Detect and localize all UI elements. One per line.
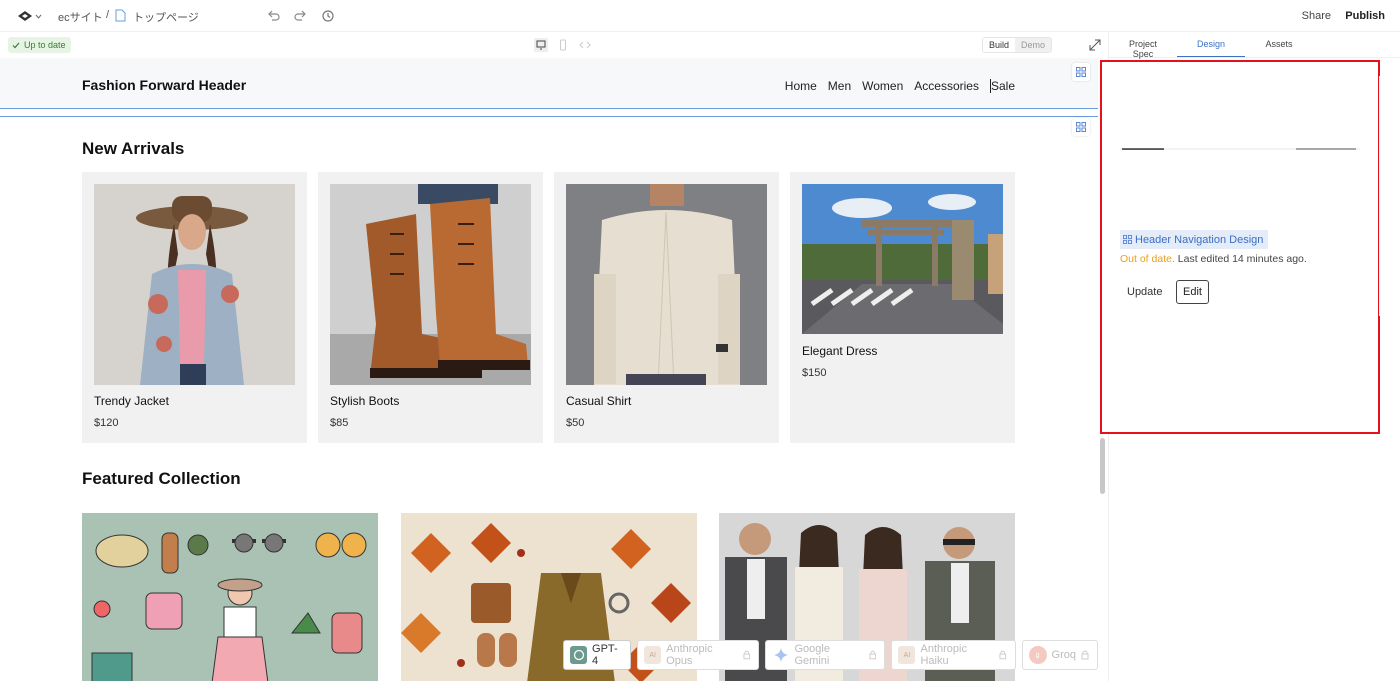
component-menu-button[interactable] <box>1072 118 1090 136</box>
site-nav: Home Men Women Accessories Sale <box>785 79 1015 93</box>
lock-icon <box>869 650 876 660</box>
right-panel: Project Spec Design Assets Header Naviga… <box>1100 32 1400 681</box>
featured-collection-heading: Featured Collection <box>82 469 241 488</box>
page-icon <box>115 9 126 22</box>
device-switcher <box>534 38 592 52</box>
product-name: Trendy Jacket <box>94 394 169 408</box>
tab-design[interactable]: Design <box>1177 32 1245 57</box>
nav-sale[interactable]: Sale <box>989 79 1015 93</box>
expand-icon[interactable] <box>1088 38 1102 52</box>
panel-divider <box>1379 76 1380 316</box>
new-arrivals-heading: New Arrivals <box>82 139 185 158</box>
groq-icon: g <box>1028 646 1047 664</box>
product-card[interactable]: Casual Shirt $50 <box>554 172 779 443</box>
edit-button[interactable]: Edit <box>1176 280 1209 304</box>
site-brand[interactable]: Fashion Forward Header <box>82 77 246 93</box>
mode-toggle: Build Demo <box>982 37 1053 53</box>
component-status: Out of date. Last edited 14 minutes ago. <box>1120 253 1307 265</box>
history-icon[interactable] <box>320 8 336 24</box>
product-price: $120 <box>94 417 119 429</box>
gemini-icon <box>772 646 789 664</box>
model-chip-label: Google Gemini <box>794 643 830 667</box>
check-icon <box>12 42 20 48</box>
panel-tabs: Project Spec Design Assets <box>1109 32 1400 59</box>
anthropic-icon: AI <box>898 646 916 664</box>
model-chip-google-gemini[interactable]: Google Gemini <box>765 640 886 670</box>
product-card[interactable]: Trendy Jacket $120 <box>82 172 307 443</box>
component-preview-card[interactable]: Header Navigation Design Out of date. La… <box>1100 60 1380 434</box>
nav-women[interactable]: Women <box>862 79 903 93</box>
product-name: Casual Shirt <box>566 394 632 408</box>
nav-home[interactable]: Home <box>785 79 817 93</box>
product-image <box>566 184 767 385</box>
nav-accessories[interactable]: Accessories <box>914 79 979 93</box>
redo-icon[interactable] <box>292 8 308 24</box>
product-price: $150 <box>802 367 827 379</box>
code-icon[interactable] <box>578 38 592 52</box>
tab-project-spec[interactable]: Project Spec <box>1109 32 1177 59</box>
tab-assets[interactable]: Assets <box>1245 32 1313 57</box>
model-chip-groq[interactable]: g Groq <box>1021 640 1098 670</box>
anthropic-icon: AI <box>644 646 662 664</box>
openai-icon <box>570 646 588 664</box>
app-logo-menu[interactable] <box>17 9 43 23</box>
status-badge: Up to date <box>8 37 71 53</box>
undo-icon[interactable] <box>266 8 282 24</box>
lock-icon <box>999 650 1007 660</box>
status-badge-label: Up to date <box>24 40 66 50</box>
model-chip-gpt-4[interactable]: GPT-4 <box>563 640 632 670</box>
breadcrumb-separator: / <box>106 9 110 21</box>
model-selector: GPT-4 AI Anthropic Opus Google Gemini AI… <box>563 640 1098 670</box>
grid-icon <box>1076 67 1086 77</box>
demo-mode-button[interactable]: Demo <box>1015 38 1052 52</box>
component-name: Header Navigation Design <box>1135 233 1264 246</box>
component-menu-button[interactable] <box>1072 63 1090 81</box>
share-button[interactable]: Share <box>1302 10 1331 22</box>
model-chip-anthropic-haiku[interactable]: AI Anthropic Haiku <box>891 640 1016 670</box>
breadcrumb-project[interactable]: ecサイト <box>58 9 103 25</box>
update-button[interactable]: Update <box>1127 286 1162 298</box>
section-divider <box>0 116 1098 117</box>
component-thumbnail <box>1120 148 1360 150</box>
product-image <box>330 184 531 385</box>
product-card[interactable]: Stylish Boots $85 <box>318 172 543 443</box>
canvas-toolbar: Up to date Build Demo <box>0 32 1108 58</box>
publish-button[interactable]: Publish <box>1345 10 1385 22</box>
model-chip-label: GPT-4 <box>592 643 618 667</box>
out-of-date-label: Out of date. <box>1120 253 1175 265</box>
grid-icon <box>1123 235 1132 244</box>
lock-icon <box>1081 650 1089 660</box>
product-name: Elegant Dress <box>802 344 878 358</box>
desktop-icon[interactable] <box>534 38 548 52</box>
product-image <box>802 184 1003 334</box>
model-chip-anthropic-opus[interactable]: AI Anthropic Opus <box>637 640 760 670</box>
model-chip-label: Anthropic Haiku <box>920 643 967 667</box>
model-chip-label: Anthropic Opus <box>666 643 713 667</box>
product-image <box>94 184 295 385</box>
last-edited-label: Last edited 14 minutes ago. <box>1174 253 1307 265</box>
design-canvas[interactable]: Fashion Forward Header Home Men Women Ac… <box>0 58 1098 681</box>
breadcrumb-page[interactable]: トップページ <box>133 9 199 25</box>
model-chip-label: Groq <box>1051 649 1076 661</box>
chevron-down-icon <box>35 14 42 19</box>
logo-icon <box>18 11 32 21</box>
site-header[interactable]: Fashion Forward Header Home Men Women Ac… <box>0 58 1098 109</box>
featured-image[interactable] <box>82 513 378 681</box>
component-tag[interactable]: Header Navigation Design <box>1120 230 1269 249</box>
top-toolbar: ecサイト / トップページ Share Publish <box>0 0 1400 32</box>
nav-men[interactable]: Men <box>828 79 851 93</box>
mobile-icon[interactable] <box>556 38 570 52</box>
grid-icon <box>1076 122 1086 132</box>
product-name: Stylish Boots <box>330 394 400 408</box>
lock-icon <box>743 650 750 660</box>
product-card[interactable]: Elegant Dress $150 <box>790 172 1015 443</box>
product-price: $50 <box>566 417 585 429</box>
product-price: $85 <box>330 417 349 429</box>
build-mode-button[interactable]: Build <box>983 38 1016 52</box>
canvas-scrollbar[interactable] <box>1100 438 1105 494</box>
